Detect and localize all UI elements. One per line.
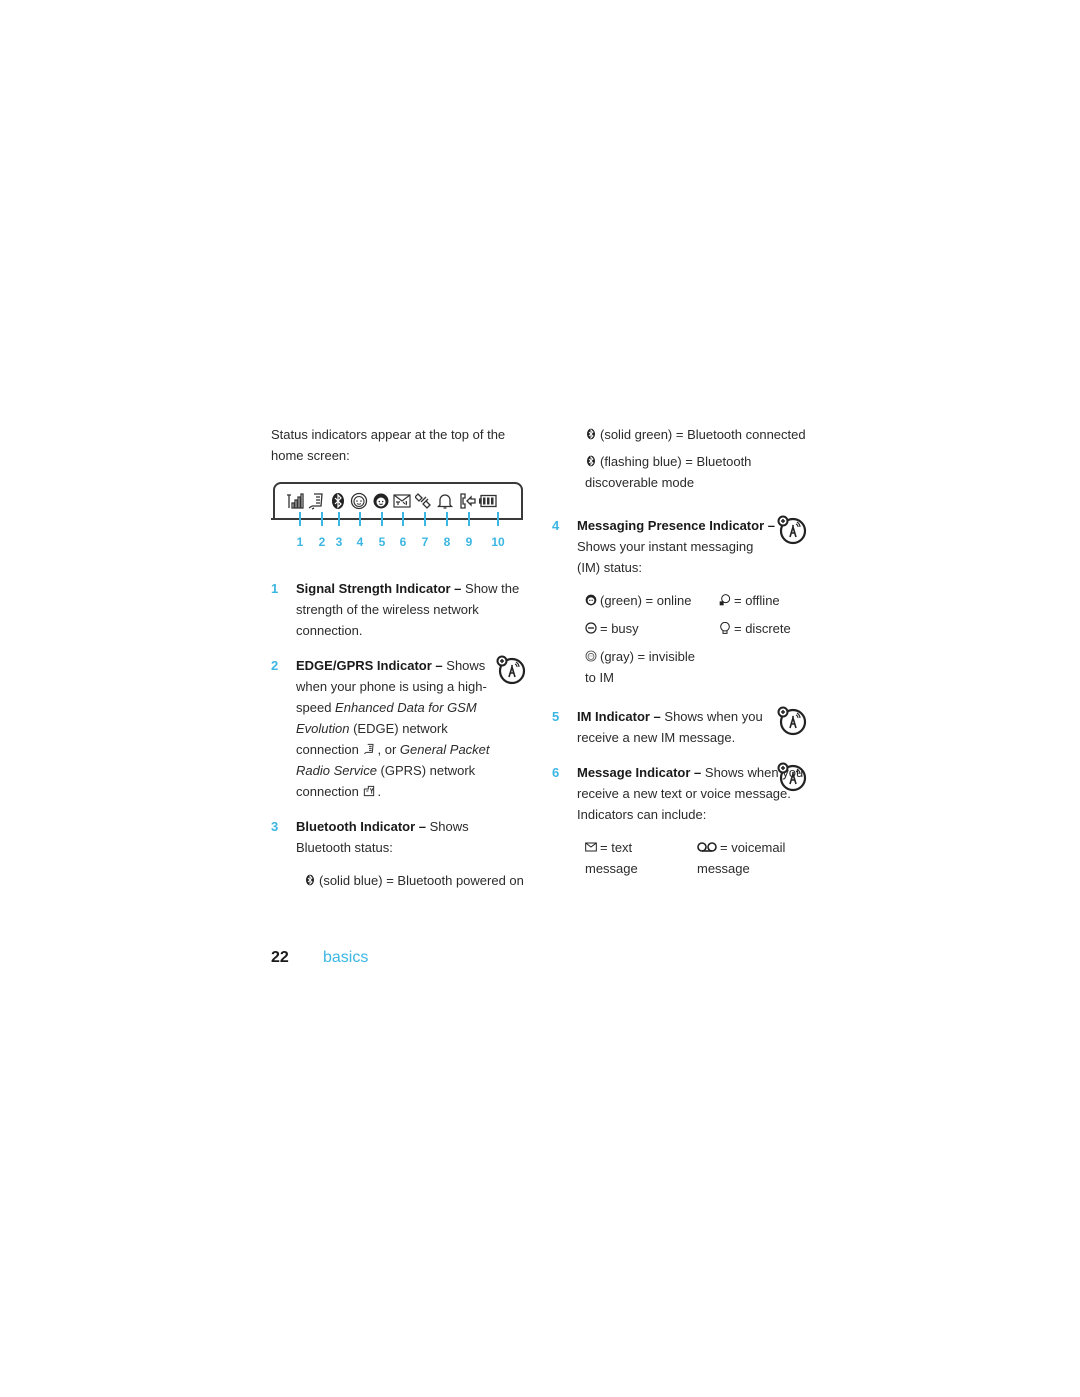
callout-tick xyxy=(338,512,340,526)
bluetooth-icon xyxy=(585,452,597,467)
left-column: Status indicators appear at the top of t… xyxy=(271,424,526,891)
item-number: 4 xyxy=(552,518,560,533)
presence-invisible: (gray) = invisible to IM xyxy=(585,647,696,685)
presence-states: (green) = online = offline = busy = disc… xyxy=(552,590,807,688)
item-number: 3 xyxy=(271,819,279,834)
section-title: basics xyxy=(323,949,369,966)
network-feature-icon xyxy=(777,706,807,736)
page-footer: 22 basics xyxy=(271,949,368,967)
edge-gprs-icon xyxy=(306,491,328,511)
item-number: 2 xyxy=(271,658,279,673)
callout-tick xyxy=(321,512,323,526)
bluetooth-icon xyxy=(304,871,316,886)
bluetooth-icon xyxy=(327,491,349,511)
discrete-icon xyxy=(719,619,731,634)
network-feature-icon xyxy=(496,655,526,685)
item-title: Messaging Presence Indicator – xyxy=(577,518,775,533)
item-messaging-presence: 4 Messaging Presence Indicator – Shows y… xyxy=(552,515,807,578)
voicemail-icon xyxy=(697,838,717,852)
callout-number: 10 xyxy=(491,535,505,549)
callout-number: 2 xyxy=(318,535,326,549)
message-type-voicemail: = voicemail message xyxy=(697,838,786,876)
callout-tick xyxy=(446,512,448,526)
signal-strength-icon xyxy=(284,491,306,511)
message-type-text: = text message xyxy=(585,838,638,876)
page-number: 22 xyxy=(271,949,289,966)
item-title: Message Indicator – xyxy=(577,765,702,780)
item-number: 5 xyxy=(552,709,560,724)
callout-tick xyxy=(299,512,301,526)
item-number: 1 xyxy=(271,581,279,596)
message-icon xyxy=(392,491,414,511)
item-signal-strength: 1 Signal Strength Indicator – Show the s… xyxy=(271,578,526,641)
callout-number: 5 xyxy=(378,535,386,549)
item-im: 5 IM Indicator – Shows when you receive … xyxy=(552,706,807,748)
item-number: 6 xyxy=(552,765,560,780)
bluetooth-icon xyxy=(585,425,597,440)
network-feature-icon xyxy=(777,762,807,792)
callout-tick xyxy=(359,512,361,526)
callout-tick xyxy=(381,512,383,526)
battery-icon xyxy=(478,491,500,511)
item-bluetooth: 3 Bluetooth Indicator – Shows Bluetooth … xyxy=(271,816,526,858)
presence-busy: = busy xyxy=(585,618,719,639)
callout-number: 7 xyxy=(421,535,429,549)
messaging-presence-icon xyxy=(349,491,371,511)
alert-icon xyxy=(435,491,457,511)
callout-numbers: 1 2 3 4 5 6 7 8 9 10 xyxy=(271,532,523,552)
item-edge-gprs: 2 EDGE/GPRS Indicator – Shows when your … xyxy=(271,655,526,802)
callout-tick xyxy=(468,512,470,526)
status-bar-frame xyxy=(273,482,523,518)
callout-tick xyxy=(497,512,499,526)
envelope-icon xyxy=(585,838,597,852)
presence-offline: = offline xyxy=(719,590,819,611)
message-types: = text message = voicemail message xyxy=(552,837,807,879)
busy-icon xyxy=(585,619,597,634)
bluetooth-state-powered: (solid blue) = Bluetooth powered on xyxy=(271,870,526,891)
item-title: Signal Strength Indicator – xyxy=(296,581,462,596)
location-icon xyxy=(413,491,435,511)
callout-number: 9 xyxy=(465,535,473,549)
callout-number: 6 xyxy=(399,535,407,549)
status-bar-diagram: 1 2 3 4 5 6 7 8 9 10 xyxy=(271,482,526,552)
edge-icon xyxy=(363,740,375,755)
callout-number: 1 xyxy=(296,535,304,549)
callout-line xyxy=(271,512,523,532)
invisible-icon xyxy=(585,647,597,662)
network-feature-icon xyxy=(777,515,807,545)
online-icon xyxy=(585,591,597,606)
gprs-icon xyxy=(363,782,375,797)
offline-icon xyxy=(719,591,731,606)
right-column: (solid green) = Bluetooth connected (fla… xyxy=(552,424,807,879)
bluetooth-state-connected: (solid green) = Bluetooth connected xyxy=(552,424,807,445)
item-title: Bluetooth Indicator – xyxy=(296,819,426,834)
im-icon xyxy=(370,491,392,511)
intro-text: Status indicators appear at the top of t… xyxy=(271,427,506,463)
bluetooth-state-discoverable: (flashing blue) = Bluetooth discoverable… xyxy=(585,452,752,490)
item-title: EDGE/GPRS Indicator – xyxy=(296,658,443,673)
callout-number: 3 xyxy=(335,535,343,549)
presence-discrete: = discrete xyxy=(719,618,819,639)
callout-number: 8 xyxy=(443,535,451,549)
item-title: IM Indicator – xyxy=(577,709,661,724)
manual-page: Status indicators appear at the top of t… xyxy=(0,0,1080,1397)
item-message: 6 Message Indicator – Shows when you rec… xyxy=(552,762,807,825)
call-icon xyxy=(456,491,478,511)
callout-tick xyxy=(402,512,404,526)
presence-online: (green) = online xyxy=(585,590,719,611)
callout-tick xyxy=(424,512,426,526)
callout-number: 4 xyxy=(356,535,364,549)
